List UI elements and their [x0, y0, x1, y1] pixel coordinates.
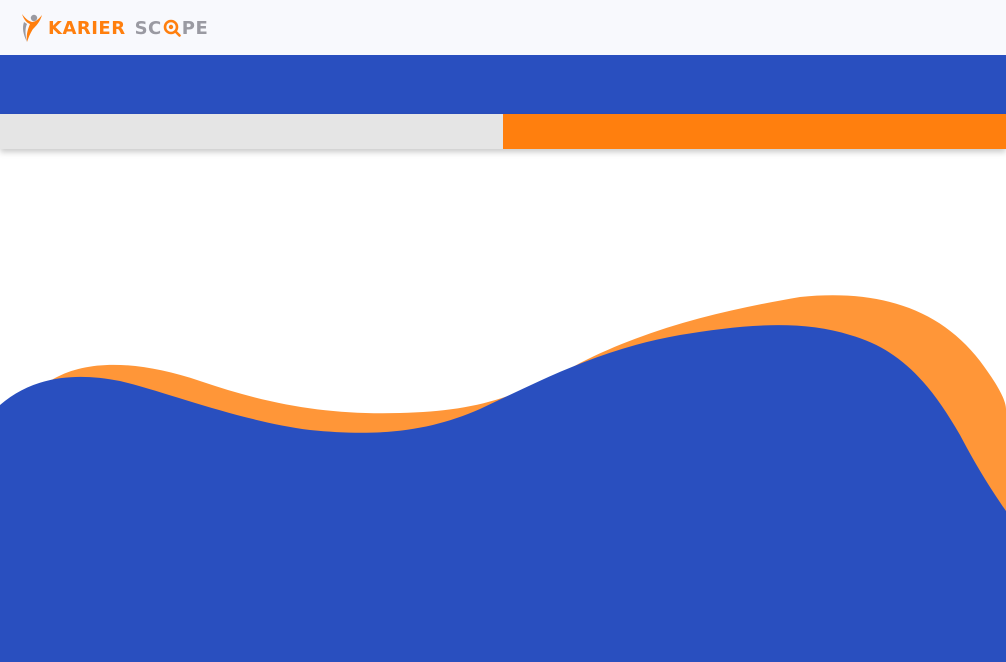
- tab-left[interactable]: [0, 114, 503, 149]
- target-magnifier-icon: [163, 19, 181, 37]
- logo-word-sc: SC: [134, 17, 162, 39]
- tab-right-active[interactable]: [503, 114, 1006, 149]
- hero-banner: [0, 55, 1006, 114]
- tab-bar: [0, 114, 1006, 149]
- logo-wordmark: KARIER SC PE: [48, 18, 208, 39]
- top-navbar: KARIER SC PE: [0, 0, 1006, 55]
- logo-mark-icon: [22, 14, 42, 42]
- logo-word-pe: PE: [181, 17, 209, 39]
- karier-scope-logo[interactable]: KARIER SC PE: [18, 12, 208, 44]
- decorative-wave-background: [0, 295, 1006, 662]
- logo-word-karier: KARIER: [48, 17, 126, 39]
